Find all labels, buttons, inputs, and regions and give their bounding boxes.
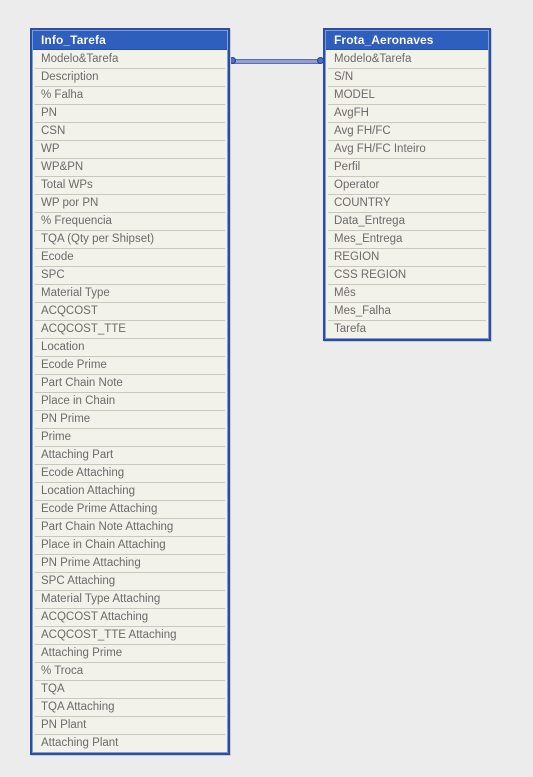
entity-field-row[interactable]: PN xyxy=(35,105,225,123)
entity-field-row[interactable]: Part Chain Note Attaching xyxy=(35,519,225,537)
entity-field-row[interactable]: Material Type Attaching xyxy=(35,591,225,609)
entity-field-row[interactable]: Ecode Attaching xyxy=(35,465,225,483)
entity-table-frota-aeronaves[interactable]: Frota_Aeronaves Modelo&Tarefa S/N MODEL AvgF… xyxy=(323,28,491,341)
entity-field-row[interactable]: Attaching Plant xyxy=(35,735,225,752)
entity-field-row[interactable]: ACQCOST Attaching xyxy=(35,609,225,627)
entity-field-row[interactable]: Perfil xyxy=(328,159,486,177)
entity-field-row[interactable]: Mes_Falha xyxy=(328,303,486,321)
entity-field-row[interactable]: SPC xyxy=(35,267,225,285)
entity-field-row[interactable]: WP&PN xyxy=(35,159,225,177)
entity-field-row[interactable]: Prime xyxy=(35,429,225,447)
entity-title-frota-aeronaves[interactable]: Frota_Aeronaves xyxy=(326,31,488,50)
entity-field-row[interactable]: Ecode Prime Attaching xyxy=(35,501,225,519)
diagram-canvas: Info_Tarefa Modelo&Tarefa Description% Fal… xyxy=(0,0,533,777)
entity-field-row[interactable]: TQA (Qty per Shipset) xyxy=(35,231,225,249)
entity-title-info-tarefa[interactable]: Info_Tarefa xyxy=(33,31,227,50)
entity-field-row[interactable]: PN Prime xyxy=(35,411,225,429)
entity-field-row[interactable]: Data_Entrega xyxy=(328,213,486,231)
entity-field-list: Modelo&Tarefa S/N MODEL AvgFH Avg FH/FC Avg F… xyxy=(326,50,488,338)
entity-field-row[interactable]: Modelo&Tarefa xyxy=(328,51,486,69)
entity-field-row[interactable]: CSN xyxy=(35,123,225,141)
entity-field-row[interactable]: % Frequencia xyxy=(35,213,225,231)
entity-field-row[interactable]: Place in Chain xyxy=(35,393,225,411)
entity-field-row[interactable]: Location Attaching xyxy=(35,483,225,501)
entity-field-row[interactable]: WP por PN xyxy=(35,195,225,213)
entity-field-row[interactable]: % Falha xyxy=(35,87,225,105)
entity-field-row[interactable]: AvgFH xyxy=(328,105,486,123)
relationship-endpoint-source[interactable] xyxy=(229,57,236,64)
entity-field-row[interactable]: Avg FH/FC Inteiro xyxy=(328,141,486,159)
entity-field-row[interactable]: Attaching Part xyxy=(35,447,225,465)
entity-field-row[interactable]: Part Chain Note xyxy=(35,375,225,393)
entity-field-row[interactable]: CSS REGION xyxy=(328,267,486,285)
entity-field-row[interactable]: Total WPs xyxy=(35,177,225,195)
entity-table-info-tarefa[interactable]: Info_Tarefa Modelo&Tarefa Description% Fal… xyxy=(30,28,230,755)
entity-field-row[interactable]: PN Plant xyxy=(35,717,225,735)
entity-field-row[interactable]: PN Prime Attaching xyxy=(35,555,225,573)
relationship-line[interactable] xyxy=(232,59,321,64)
entity-field-row[interactable]: Mes_Entrega xyxy=(328,231,486,249)
entity-field-row[interactable]: TQA xyxy=(35,681,225,699)
entity-field-row[interactable]: Tarefa xyxy=(328,321,486,338)
entity-field-row[interactable]: ACQCOST_TTE Attaching xyxy=(35,627,225,645)
entity-field-row[interactable]: Mês xyxy=(328,285,486,303)
entity-inner-frame: Info_Tarefa Modelo&Tarefa Description% Fal… xyxy=(32,30,228,753)
entity-field-row[interactable]: MODEL xyxy=(328,87,486,105)
entity-field-row[interactable]: TQA Attaching xyxy=(35,699,225,717)
entity-field-row[interactable]: SPC Attaching xyxy=(35,573,225,591)
entity-field-row[interactable]: REGION xyxy=(328,249,486,267)
entity-field-row[interactable]: % Troca xyxy=(35,663,225,681)
entity-field-list: Modelo&Tarefa Description% Falha PN CSN WP WP… xyxy=(33,50,227,752)
entity-field-row[interactable]: Place in Chain Attaching xyxy=(35,537,225,555)
entity-field-row[interactable]: Ecode Prime xyxy=(35,357,225,375)
entity-field-row[interactable]: Avg FH/FC xyxy=(328,123,486,141)
entity-field-row[interactable]: Description xyxy=(35,69,225,87)
entity-field-row[interactable]: WP xyxy=(35,141,225,159)
entity-field-row[interactable]: Ecode xyxy=(35,249,225,267)
entity-field-row[interactable]: ACQCOST_TTE xyxy=(35,321,225,339)
entity-field-row[interactable]: Material Type xyxy=(35,285,225,303)
entity-inner-frame: Frota_Aeronaves Modelo&Tarefa S/N MODEL AvgF… xyxy=(325,30,489,339)
entity-field-row[interactable]: Location xyxy=(35,339,225,357)
entity-field-row[interactable]: ACQCOST xyxy=(35,303,225,321)
entity-field-row[interactable]: S/N xyxy=(328,69,486,87)
entity-field-row[interactable]: Operator xyxy=(328,177,486,195)
entity-field-row[interactable]: Modelo&Tarefa xyxy=(35,51,225,69)
entity-field-row[interactable]: Attaching Prime xyxy=(35,645,225,663)
entity-field-row[interactable]: COUNTRY xyxy=(328,195,486,213)
